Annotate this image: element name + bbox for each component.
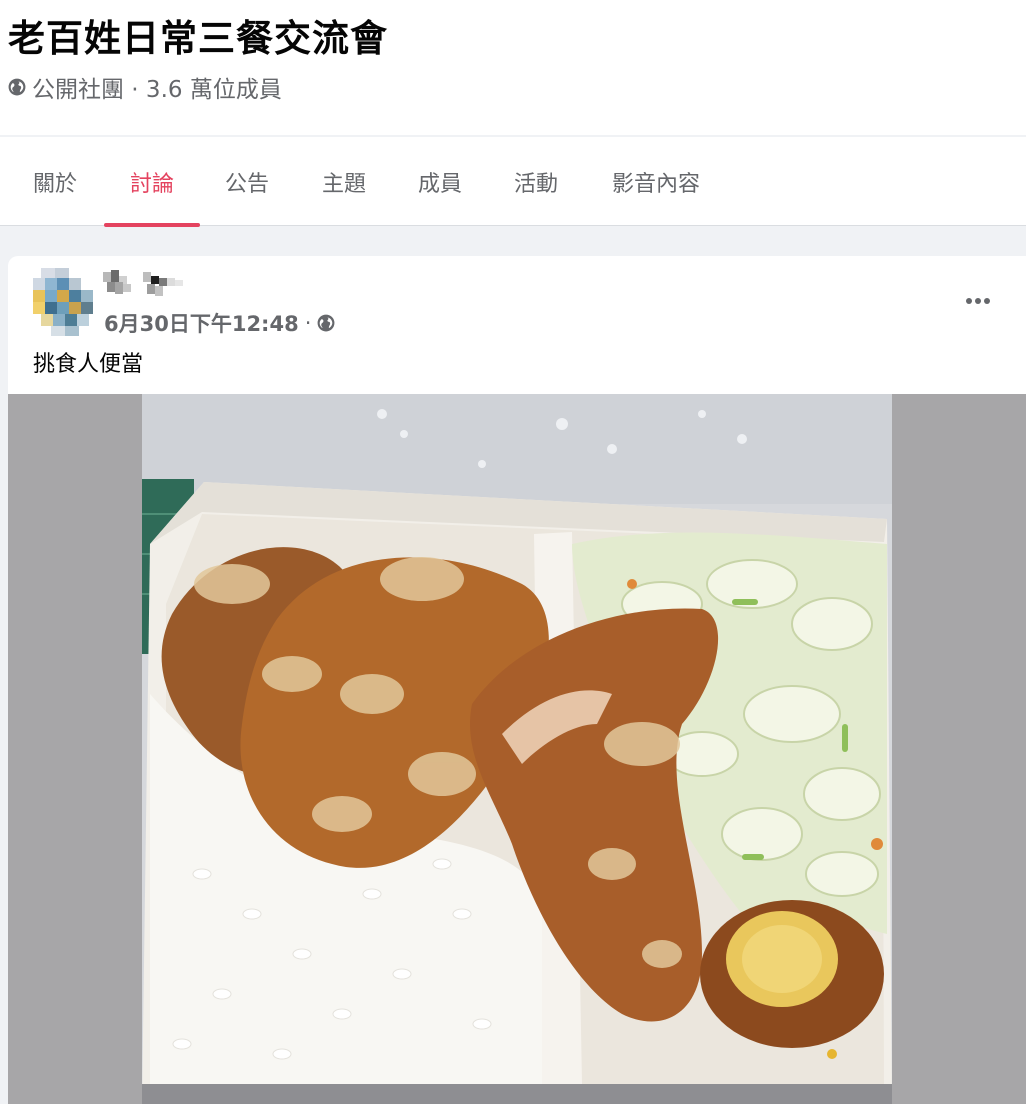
tab-events[interactable]: 活動 [494, 137, 578, 226]
group-header: 老百姓日常三餐交流會 公開社團 · 3.6 萬位成員 [0, 0, 1026, 135]
tab-label: 公告 [224, 171, 269, 197]
tab-label: 關於 [32, 171, 77, 197]
tab-label: 討論 [129, 171, 174, 197]
timestamp-separator: · [304, 311, 312, 335]
globe-icon [8, 78, 26, 96]
group-meta: 公開社團 · 3.6 萬位成員 [8, 70, 282, 104]
tab-label: 影音內容 [611, 171, 700, 197]
post-photo[interactable] [8, 394, 1026, 1104]
tab-topics[interactable]: 主題 [302, 137, 386, 226]
group-title[interactable]: 老百姓日常三餐交流會 [8, 8, 388, 62]
post-card: 6月30日下午12:48 · 挑食人便當 [8, 256, 1026, 1104]
more-horizontal-icon [966, 298, 990, 304]
timestamp-text: 6月30日下午12:48 [104, 312, 299, 336]
tab-members[interactable]: 成員 [398, 137, 482, 226]
globe-icon [317, 314, 335, 332]
tab-announcements[interactable]: 公告 [207, 137, 287, 226]
post-timestamp[interactable]: 6月30日下午12:48 · [104, 308, 335, 338]
bento-photo [142, 394, 892, 1104]
tab-about[interactable]: 關於 [13, 137, 97, 226]
tab-media[interactable]: 影音內容 [595, 137, 717, 226]
post-more-button[interactable] [960, 286, 996, 316]
group-meta-text: 公開社團 · 3.6 萬位成員 [32, 77, 282, 103]
tab-label: 主題 [321, 171, 366, 197]
tab-label: 活動 [513, 171, 558, 197]
tab-label: 成員 [417, 171, 462, 197]
group-tabs: 關於 討論 公告 主題 成員 活動 影音內容 [0, 137, 1026, 227]
post-text: 挑食人便當 [33, 352, 144, 377]
author-avatar[interactable] [33, 268, 105, 336]
author-name[interactable] [103, 270, 183, 300]
tab-discussion[interactable]: 討論 [104, 137, 200, 227]
